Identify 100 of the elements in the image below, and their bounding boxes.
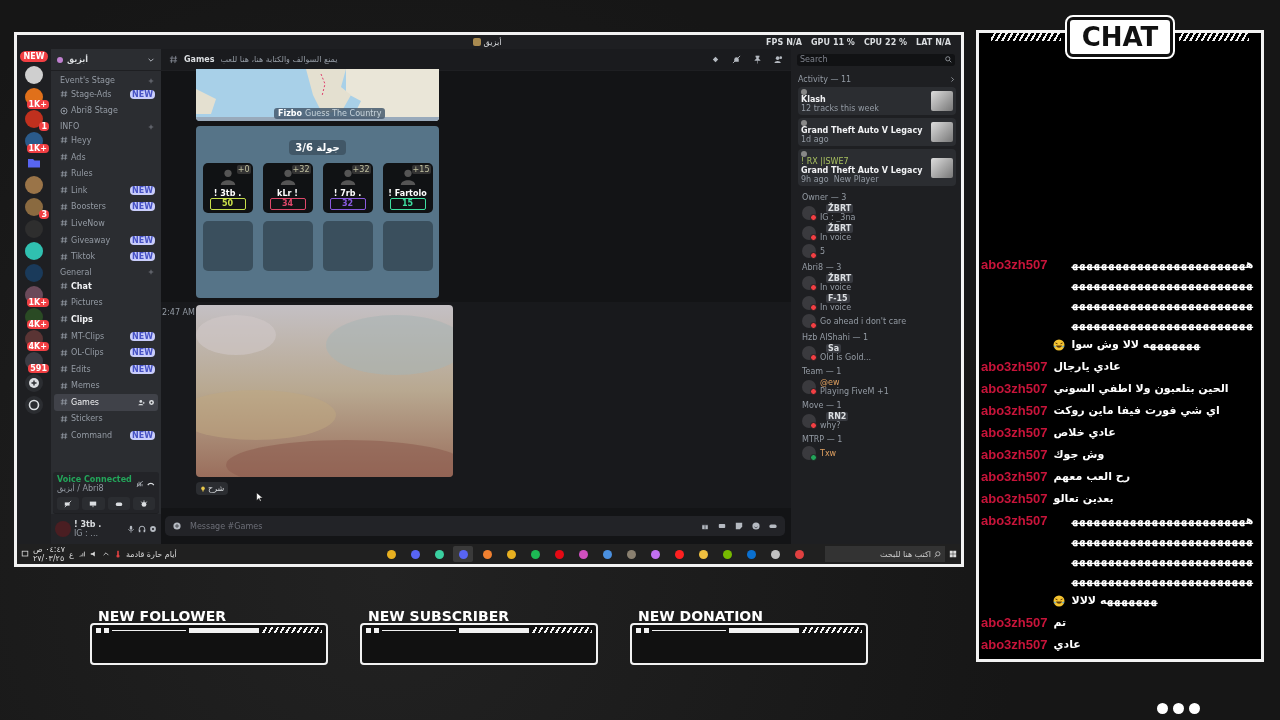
- member-avatar[interactable]: [802, 346, 816, 360]
- player-score: 32: [329, 198, 366, 210]
- channel-item[interactable]: Chat: [54, 277, 158, 295]
- channel-item[interactable]: Giveaway NEW: [54, 231, 158, 249]
- new-badge: NEW: [130, 235, 155, 245]
- gamepad-icon[interactable]: [769, 522, 777, 530]
- microphone-icon[interactable]: [127, 525, 135, 533]
- mute-icon[interactable]: [732, 55, 741, 64]
- screen-share-button[interactable]: [82, 497, 105, 510]
- message-field[interactable]: Message #Games: [165, 516, 785, 536]
- chat-message: عادي: [1053, 637, 1082, 653]
- members-icon[interactable]: [774, 55, 783, 64]
- channel-item[interactable]: Stickers: [54, 410, 158, 428]
- caret-icon[interactable]: [101, 550, 110, 558]
- channel-item[interactable]: Pictures: [54, 294, 158, 312]
- member-avatar[interactable]: [802, 296, 816, 310]
- server-icon[interactable]: [25, 242, 43, 260]
- channel-item[interactable]: Heyy: [54, 132, 158, 149]
- channel-item[interactable]: Stage-Ads NEW: [54, 86, 158, 103]
- activity-card[interactable]: Grand Theft Auto V Legacy 1d ago: [798, 118, 956, 146]
- channel-item[interactable]: Memes: [54, 377, 158, 395]
- notification-icon[interactable]: [21, 550, 29, 558]
- search-input[interactable]: اكتب هنا للبحث: [829, 549, 931, 559]
- activity-card[interactable]: Klash 12 tracks this week: [798, 87, 956, 115]
- chat-message: هههههههههههههههههههههههههههههههههههههههههههههههههههههههههههههههههههههههههههههههههههههههههههههههههههههههههههه لالالا: [1071, 513, 1255, 609]
- noise-suppression-icon[interactable]: [135, 480, 144, 488]
- server-icon: [472, 38, 481, 46]
- member-avatar[interactable]: [802, 414, 816, 428]
- activity-button[interactable]: [107, 497, 130, 510]
- member-avatar[interactable]: [802, 276, 816, 290]
- speaker-icon[interactable]: [89, 550, 98, 558]
- member-avatar[interactable]: [802, 314, 816, 328]
- member-avatar[interactable]: [802, 226, 816, 240]
- slide-dot: [1189, 703, 1200, 714]
- headphones-icon[interactable]: [138, 525, 146, 533]
- settings-icon[interactable]: [148, 398, 155, 406]
- explain-button[interactable]: شرح: [196, 482, 229, 495]
- message-input[interactable]: Message #Games: [190, 521, 692, 531]
- channel-item[interactable]: Tiktok NEW: [54, 248, 158, 265]
- category-label[interactable]: Event's Stage: [60, 76, 115, 85]
- new-badge[interactable]: NEW: [19, 51, 49, 62]
- stat-label: FPS: [766, 37, 784, 47]
- channel-item[interactable]: LiveNow: [54, 215, 158, 232]
- channel-item[interactable]: Edits NEW: [54, 360, 158, 378]
- member-name[interactable]: @ew: [820, 378, 840, 387]
- invite-icon[interactable]: [138, 398, 145, 406]
- channel-item[interactable]: Games: [54, 394, 158, 411]
- member-avatar[interactable]: [802, 244, 816, 258]
- channel-item[interactable]: MT-Clips NEW: [54, 327, 158, 345]
- sticker-icon[interactable]: [735, 522, 743, 530]
- camera-button[interactable]: [57, 497, 80, 510]
- compass-icon[interactable]: [25, 396, 43, 414]
- weather-text[interactable]: أيام حارة قادمة: [125, 549, 177, 559]
- username: ! 3tb .: [74, 520, 103, 529]
- hash-icon: [60, 332, 68, 340]
- server-tag: Sa: [826, 344, 842, 353]
- channel-item[interactable]: Abri8 Stage: [54, 102, 158, 120]
- gif-icon[interactable]: [718, 522, 726, 530]
- member-avatar[interactable]: [802, 206, 816, 220]
- activity-card[interactable]: ! RX |ISWE7 Grand Theft Auto V Legacy 9h ago New Player: [798, 149, 956, 186]
- add-server-icon[interactable]: [25, 374, 43, 392]
- category-label[interactable]: INFO: [60, 122, 80, 132]
- disconnect-icon[interactable]: [147, 480, 155, 488]
- hash-icon: [60, 169, 68, 178]
- soundboard-button[interactable]: [132, 497, 155, 510]
- channel-item[interactable]: Clips: [54, 311, 158, 328]
- channel-item[interactable]: Command NEW: [54, 427, 158, 444]
- channel-item[interactable]: Ads: [54, 148, 158, 166]
- channel-item[interactable]: OL-Clips NEW: [54, 344, 158, 361]
- hash-icon: [60, 398, 68, 407]
- stripe-decoration: [1179, 33, 1250, 41]
- new-badge: NEW: [130, 431, 155, 441]
- server-icon[interactable]: [25, 66, 43, 84]
- server-name[interactable]: أبزيق: [67, 55, 143, 64]
- voice-channel[interactable]: أبزيق / Abri8: [57, 484, 132, 493]
- search-field[interactable]: Search: [797, 53, 955, 66]
- add-icon[interactable]: [173, 522, 181, 530]
- chat-username: abo3zh507: [981, 402, 1048, 420]
- hash-icon: [60, 153, 68, 162]
- channel-item[interactable]: Boosters NEW: [54, 198, 158, 216]
- member-name[interactable]: Txw: [820, 448, 837, 458]
- pin-icon[interactable]: [753, 55, 762, 64]
- channel-item[interactable]: Rules: [54, 165, 158, 182]
- channel-item[interactable]: Link NEW: [54, 181, 158, 199]
- emoji-icon[interactable]: [752, 522, 760, 530]
- search-field[interactable]: اكتب هنا للبحث: [825, 546, 945, 562]
- mention-count: 1K+: [26, 298, 49, 307]
- search-input[interactable]: Search: [800, 55, 945, 64]
- member-avatar[interactable]: [802, 446, 816, 460]
- windows-icon[interactable]: [949, 550, 957, 558]
- member-status: Go ahead i don't care: [820, 316, 907, 326]
- search-icon: [934, 550, 941, 558]
- chevron-icon[interactable]: [949, 76, 956, 83]
- category-label[interactable]: General: [60, 267, 92, 277]
- settings-icon[interactable]: [149, 525, 157, 533]
- clock[interactable]: ٠٤:٤٧ ص ٢٧/٠٣/٢٥: [33, 545, 66, 563]
- language-indicator[interactable]: ع: [69, 549, 74, 559]
- gift-icon[interactable]: [701, 522, 709, 530]
- member-avatar[interactable]: [802, 380, 816, 394]
- threads-icon[interactable]: [711, 55, 720, 64]
